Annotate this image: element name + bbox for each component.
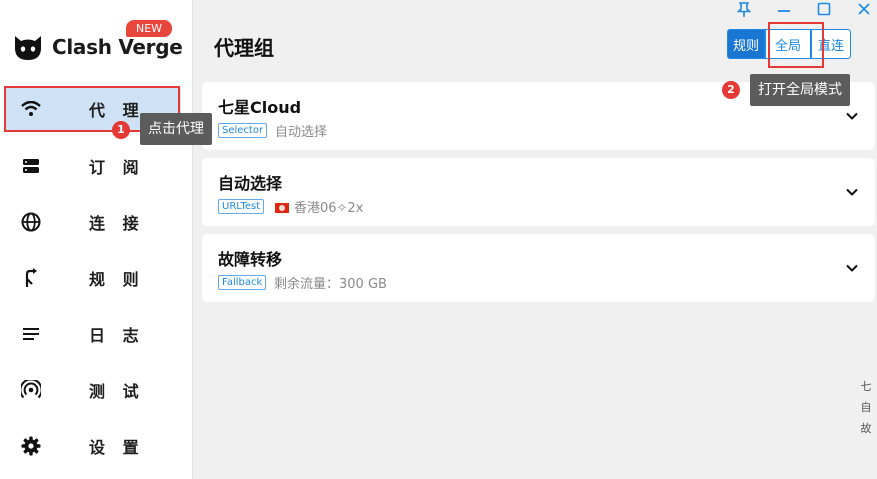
radar-icon xyxy=(20,379,42,401)
mode-rule-button[interactable]: 规则 xyxy=(727,29,765,59)
sidebar-item-label: 测 试 xyxy=(89,382,145,401)
route-icon xyxy=(20,267,42,289)
annotation-outline-global xyxy=(768,22,824,68)
minimize-icon[interactable] xyxy=(775,2,793,20)
group-name: 自动选择 xyxy=(218,174,283,193)
group-current-node: 剩余流量：300 GB xyxy=(274,277,387,292)
sidebar-item-label: 订 阅 xyxy=(89,158,145,177)
group-current-node: 自动选择 xyxy=(275,125,328,140)
proxy-group-card[interactable]: 自动选择 URLTest 香港06✧2x xyxy=(202,158,875,226)
globe-icon xyxy=(20,211,42,233)
annotation-callout: 打开全局模式 xyxy=(750,74,850,106)
sidebar-item-rules[interactable]: 规 则 xyxy=(0,250,193,306)
group-name: 七星Cloud xyxy=(218,98,302,117)
database-icon xyxy=(20,155,42,177)
hk-flag-icon xyxy=(275,203,289,213)
sidebar-item-label: 规 则 xyxy=(89,270,145,289)
list-icon xyxy=(20,323,42,345)
annotation-step-number: 1 xyxy=(112,121,130,139)
maximize-icon[interactable] xyxy=(815,2,833,20)
group-current-node: 香港06✧2x xyxy=(275,197,363,216)
chevron-down-icon[interactable] xyxy=(845,108,859,122)
sidebar-item-label: 设 置 xyxy=(89,438,145,457)
sidebar-item-connections[interactable]: 连 接 xyxy=(0,194,193,250)
group-type-tag: URLTest xyxy=(218,199,265,214)
group-name: 故障转移 xyxy=(218,250,283,269)
index-letter[interactable]: 自 xyxy=(859,397,873,418)
new-badge: NEW xyxy=(126,20,173,37)
proxy-group-card[interactable]: 故障转移 Fallback 剩余流量：300 GB xyxy=(202,234,875,302)
sidebar-item-test[interactable]: 测 试 xyxy=(0,362,193,418)
annotation-callout: 点击代理 xyxy=(140,113,212,145)
index-letter[interactable]: 故 xyxy=(859,418,873,439)
app-name: Clash Verge xyxy=(52,35,183,59)
gear-icon xyxy=(20,435,42,457)
close-icon[interactable] xyxy=(855,2,873,20)
annotation-step-number: 2 xyxy=(722,81,740,99)
sidebar-item-settings[interactable]: 设 置 xyxy=(0,418,193,474)
group-index-bar: 七 自 故 xyxy=(859,376,873,439)
chevron-down-icon[interactable] xyxy=(845,260,859,274)
node-name: 香港06✧2x xyxy=(294,201,364,216)
chevron-down-icon[interactable] xyxy=(845,184,859,198)
group-type-tag: Fallback xyxy=(218,275,267,290)
sidebar-item-label: 日 志 xyxy=(89,326,145,345)
page-title: 代理组 xyxy=(214,36,274,60)
sidebar-item-logs[interactable]: 日 志 xyxy=(0,306,193,362)
index-letter[interactable]: 七 xyxy=(859,376,873,397)
sidebar-item-profiles[interactable]: 订 阅 xyxy=(0,138,193,194)
pin-icon[interactable] xyxy=(735,2,753,20)
sidebar-item-label: 连 接 xyxy=(89,214,145,233)
cat-logo-icon xyxy=(12,32,44,62)
group-type-tag: Selector xyxy=(218,123,268,138)
sidebar: Clash Verge NEW 代 理 订 阅 连 接 规 则 日 志 测 试 … xyxy=(0,0,193,479)
